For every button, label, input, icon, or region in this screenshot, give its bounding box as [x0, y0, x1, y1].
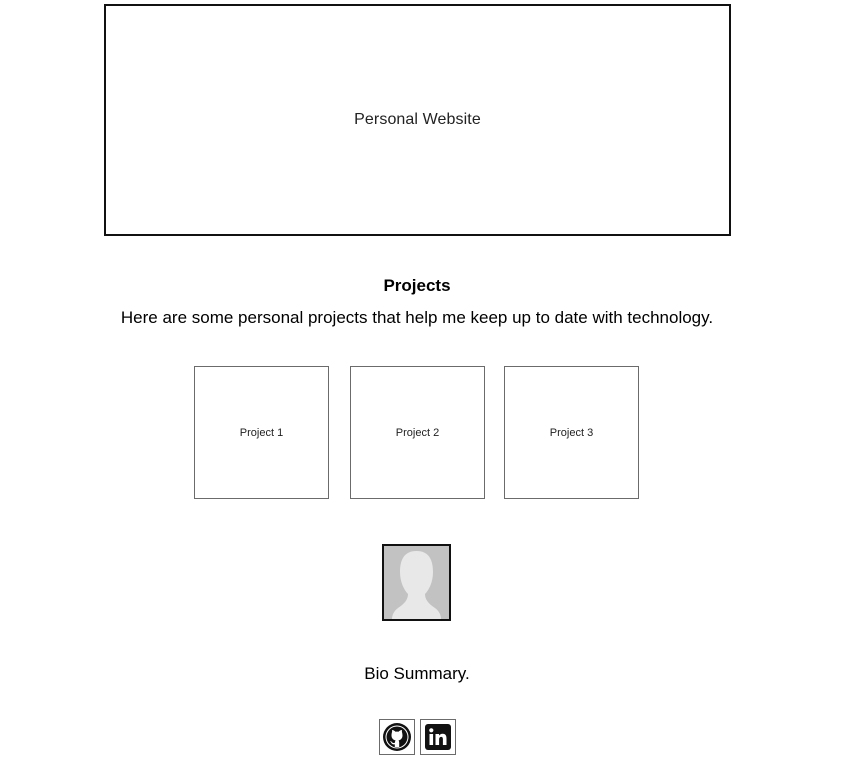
github-icon: [383, 723, 411, 751]
project-card-2[interactable]: Project 2: [350, 366, 485, 499]
projects-heading: Projects: [383, 276, 451, 295]
projects-description: Here are some personal projects that hel…: [120, 308, 714, 327]
project-label: Project 1: [239, 426, 284, 439]
linkedin-icon: [425, 724, 451, 750]
header-banner: Personal Website: [104, 4, 731, 236]
project-card-3[interactable]: Project 3: [504, 366, 639, 499]
bio-summary: Bio Summary.: [364, 664, 470, 683]
avatar: [382, 544, 451, 621]
project-label: Project 2: [395, 426, 440, 439]
person-silhouette-icon: [384, 546, 449, 619]
project-card-1[interactable]: Project 1: [194, 366, 329, 499]
linkedin-link[interactable]: [420, 719, 456, 755]
site-title: Personal Website: [354, 111, 481, 128]
github-link[interactable]: [379, 719, 415, 755]
project-label: Project 3: [549, 426, 594, 439]
